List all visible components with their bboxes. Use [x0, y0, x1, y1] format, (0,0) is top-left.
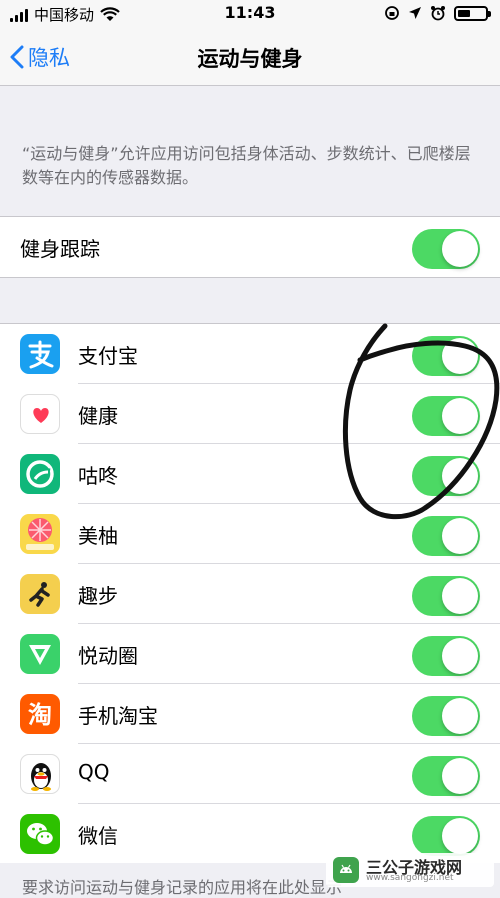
- wechat-icon: [20, 814, 60, 854]
- taobao-toggle[interactable]: [412, 696, 480, 736]
- taobao-icon: 淘: [20, 694, 60, 734]
- app-name: 趣步: [78, 584, 118, 608]
- list-item-qubu: 趣步: [0, 564, 500, 624]
- yuedongquan-icon: [20, 634, 60, 674]
- codoon-toggle[interactable]: [412, 456, 480, 496]
- footer-note: 要求访问运动与健身记录的应用将在此处显示: [22, 878, 343, 897]
- fitness-tracking-toggle[interactable]: [412, 229, 480, 269]
- alarm-icon: [431, 6, 445, 21]
- battery-icon: [454, 5, 491, 21]
- app-name: 美柚: [78, 524, 118, 548]
- alipay-icon: [20, 334, 60, 374]
- list-item-health: 健康: [0, 384, 500, 444]
- meiyou-icon: [20, 514, 60, 554]
- app-name: 支付宝: [78, 344, 138, 368]
- watermark-url: www.sangongzi.net: [366, 873, 454, 883]
- app-name: 微信: [78, 824, 118, 848]
- fitness-tracking-row: 健身跟踪: [0, 217, 500, 277]
- app-name: 手机淘宝: [78, 704, 158, 728]
- qubu-toggle[interactable]: [412, 576, 480, 616]
- qq-icon: [20, 754, 60, 794]
- qubu-icon: [20, 574, 60, 614]
- app-name: 悦动圈: [78, 644, 138, 668]
- health-toggle[interactable]: [412, 396, 480, 436]
- wechat-toggle[interactable]: [412, 816, 480, 856]
- rotation-lock-icon: [385, 6, 399, 20]
- list-item-meiyou: 美柚: [0, 504, 500, 564]
- app-name: 咕咚: [78, 464, 118, 488]
- app-name: 健康: [78, 404, 118, 428]
- list-item-codoon: 咕咚: [0, 444, 500, 504]
- fitness-tracking-group: 健身跟踪: [0, 216, 500, 278]
- section-description: “运动与健身”允许应用访问包括身体活动、步数统计、已爬楼层数等在内的传感器数据。: [22, 144, 471, 187]
- watermark: 三公子游戏网 www.sangongzi.net: [326, 853, 494, 887]
- list-item-yuedongquan: 悦动圈: [0, 624, 500, 684]
- app-list: 支付宝 健康 咕咚 美柚 趣步 悦动圈 淘 手机淘宝 QQ 微信: [0, 323, 500, 863]
- yuedongquan-toggle[interactable]: [412, 636, 480, 676]
- fitness-tracking-label: 健身跟踪: [20, 237, 100, 261]
- page-title: 运动与健身: [197, 47, 303, 71]
- list-item-taobao: 淘 手机淘宝: [0, 684, 500, 744]
- list-item-alipay: 支付宝: [0, 324, 500, 384]
- navigation-bar: 隐私 运动与健身: [0, 30, 500, 86]
- codoon-icon: [20, 454, 60, 494]
- svg-text:淘: 淘: [28, 701, 52, 729]
- list-item-qq: QQ: [0, 744, 500, 804]
- meiyou-toggle[interactable]: [412, 516, 480, 556]
- status-bar: 中国移动 11:43: [0, 0, 500, 30]
- app-name: QQ: [78, 760, 110, 784]
- alipay-toggle[interactable]: [412, 336, 480, 376]
- qq-toggle[interactable]: [412, 756, 480, 796]
- health-icon: [20, 394, 60, 434]
- location-icon: [409, 7, 421, 19]
- watermark-logo-icon: [333, 857, 359, 883]
